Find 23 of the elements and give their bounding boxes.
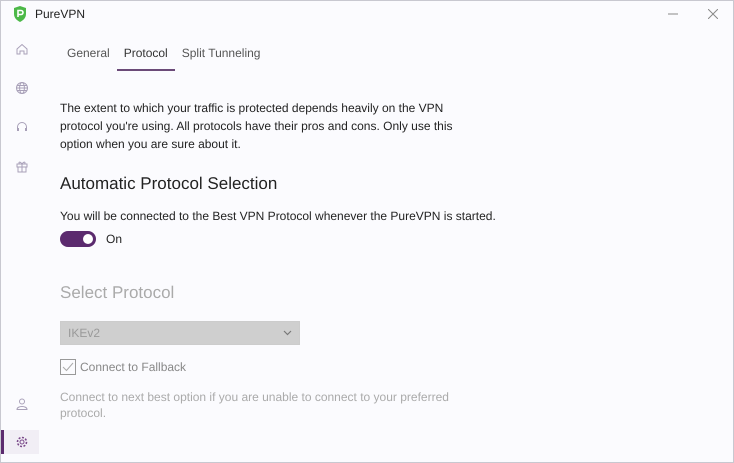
description-text: You will be connected to the Best VPN Protocol whenever the PureVPN is started.	[60, 208, 497, 224]
gear-icon	[14, 435, 28, 449]
toggle-label: On	[106, 230, 122, 248]
section-heading: Automatic Protocol Selection	[60, 173, 278, 195]
tab[interactable]: General	[60, 37, 117, 71]
headset-icon	[14, 120, 28, 134]
globe-icon	[14, 81, 28, 95]
minimize-icon	[668, 13, 678, 15]
user-icon	[14, 397, 28, 411]
chevron-down-icon	[283, 330, 292, 336]
section-heading: Select Protocol	[60, 282, 176, 304]
shield-logo-icon	[13, 6, 27, 22]
close-icon	[708, 9, 718, 19]
home-icon	[14, 42, 28, 56]
gift-icon	[14, 159, 28, 173]
note-text: Connect to next best option if you are unable to connect to your preferred protocol.	[60, 389, 450, 421]
intro-paragraph: The extent to which your traffic is protected depends heavily on the VPN protocol you're using. All protocols have their pros and cons. Only use this option when you are sure about it.	[60, 100, 454, 153]
tab[interactable]: Protocol	[116, 37, 175, 71]
sidebar-item[interactable]	[1, 430, 39, 454]
tab[interactable]: Split Tunneling	[174, 37, 268, 71]
toggle-switch[interactable]	[60, 230, 96, 246]
window-title: PureVPN	[35, 6, 86, 23]
checkbox-label: Connect to Fallback	[80, 359, 186, 376]
